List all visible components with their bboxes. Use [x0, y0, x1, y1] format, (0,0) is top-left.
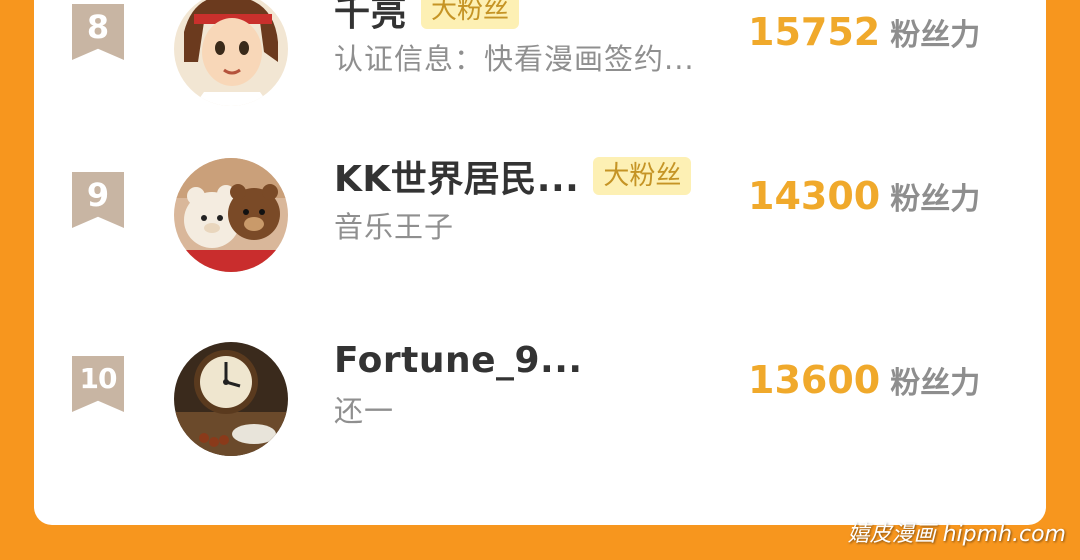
fan-score: 13600 粉丝力 — [748, 358, 980, 406]
rank-badge: 9 — [72, 172, 124, 228]
user-description: 音乐王子 — [334, 210, 455, 244]
fan-score: 14300 粉丝力 — [748, 174, 980, 222]
score-value: 15752 — [748, 10, 881, 54]
user-description: 还一 — [334, 394, 395, 428]
ranking-card: 8 千亮 大粉丝 认证信息：快看漫画签约... 15752 粉丝力 9 KK世界… — [34, 0, 1046, 525]
clock-avatar-icon[interactable] — [174, 342, 288, 456]
fan-badge: 大粉丝 — [593, 157, 692, 195]
anime-girl-avatar-icon[interactable] — [174, 0, 288, 106]
rank-badge: 10 — [72, 356, 124, 412]
score-value: 13600 — [748, 358, 881, 402]
score-value: 14300 — [748, 174, 881, 218]
fan-badge: 大粉丝 — [421, 0, 520, 29]
fan-score: 15752 粉丝力 — [748, 10, 980, 58]
score-unit: 粉丝力 — [890, 366, 981, 401]
rank-badge: 8 — [72, 4, 124, 60]
name-line: Fortune_9... — [334, 336, 583, 384]
score-unit: 粉丝力 — [890, 182, 981, 217]
ranking-row[interactable]: 10 Fortune_9... 还一 13600 粉丝力 — [34, 288, 1046, 472]
user-description: 认证信息：快看漫画签约... — [334, 42, 695, 76]
score-unit: 粉丝力 — [890, 18, 981, 53]
user-name[interactable]: 千亮 — [334, 0, 407, 36]
plush-bear-avatar-icon[interactable] — [174, 158, 288, 272]
ranking-row[interactable]: 9 KK世界居民... 大粉丝 音乐王子 14300 粉丝力 — [34, 104, 1046, 288]
user-name[interactable]: KK世界居民... — [334, 150, 579, 202]
name-line: KK世界居民... 大粉丝 — [334, 150, 692, 202]
name-line: 千亮 大粉丝 — [334, 0, 520, 36]
watermark: 嬉皮漫画 hipmh.com — [847, 522, 1066, 547]
ranking-row[interactable]: 8 千亮 大粉丝 认证信息：快看漫画签约... 15752 粉丝力 — [34, 0, 1046, 106]
user-name[interactable]: Fortune_9... — [334, 340, 583, 381]
